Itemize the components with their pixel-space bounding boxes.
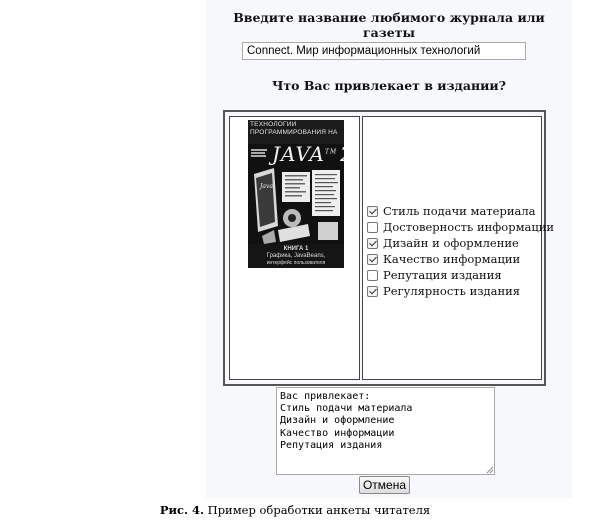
figure-caption-text: Пример обработки анкеты читателя: [204, 503, 431, 517]
checkbox[interactable]: [367, 237, 378, 249]
option-design[interactable]: Дизайн и оформление: [367, 235, 543, 251]
book-subtitle-line2: интерфейс пользователя: [266, 260, 326, 266]
option-label: Достоверность информации: [383, 220, 555, 234]
book-footer: КНИГА 1 Графика, JavaBeans, интерфейс по…: [248, 244, 344, 268]
option-reputation[interactable]: Репутация издания: [367, 267, 543, 283]
journal-name-input[interactable]: [242, 42, 526, 60]
checkbox[interactable]: [367, 205, 378, 217]
option-reliability[interactable]: Достоверность информации: [367, 219, 554, 235]
book-cover-illustration: Java: [248, 166, 344, 246]
option-label: Репутация издания: [383, 268, 502, 282]
figure-caption: Рис. 4. Пример обработки анкеты читателя: [0, 503, 590, 517]
book-java-text: JAVA: [272, 142, 325, 166]
option-quality[interactable]: Качество информации: [367, 251, 543, 267]
option-label: Регулярность издания: [383, 284, 521, 298]
options-cell: Стиль подачи материала Достоверность инф…: [362, 116, 554, 380]
checkbox[interactable]: [367, 269, 378, 281]
book-title: ТЕХНОЛОГИИ ПРОГРАММИРОВАНИЯ НА: [248, 120, 344, 144]
book-java-logo: JAVATM2: [272, 142, 344, 166]
option-regularity[interactable]: Регулярность издания: [367, 283, 543, 299]
options-table: ТЕХНОЛОГИИ ПРОГРАММИРОВАНИЯ НА JAVATM2 J…: [223, 110, 554, 386]
resize-grip-icon[interactable]: [486, 466, 494, 474]
book-version: 2: [340, 142, 344, 166]
book-title-line2: ПРОГРАММИРОВАНИЯ НА: [250, 129, 338, 136]
book-volume: КНИГА 1: [283, 246, 309, 252]
cancel-button[interactable]: Отмена: [359, 476, 410, 494]
book-authors-block: [251, 148, 267, 158]
option-style[interactable]: Стиль подачи материала: [367, 203, 543, 219]
figure-number: Рис. 4.: [159, 503, 205, 517]
option-label: Стиль подачи материала: [383, 204, 536, 218]
checkbox[interactable]: [367, 285, 378, 297]
attraction-checklist: Стиль подачи материала Достоверность инф…: [367, 203, 554, 299]
journal-prompt-heading: Введите название любимого журнала или га…: [233, 10, 545, 40]
book-subtitle-line1: Графика, JavaBeans,: [266, 253, 326, 259]
book-cover-image: ТЕХНОЛОГИИ ПРОГРАММИРОВАНИЯ НА JAVATM2 J…: [248, 120, 344, 268]
attraction-prompt-heading: Что Вас привлекает в издании?: [272, 78, 506, 93]
option-label: Качество информации: [383, 252, 521, 266]
checkbox[interactable]: [367, 221, 378, 233]
checkbox[interactable]: [367, 253, 378, 265]
book-title-line1: ТЕХНОЛОГИИ: [250, 121, 297, 128]
book-image-cell: ТЕХНОЛОГИИ ПРОГРАММИРОВАНИЯ НА JAVATM2 J…: [229, 116, 360, 380]
result-textarea[interactable]: [276, 387, 495, 475]
svg-text:Java: Java: [258, 183, 273, 190]
option-label: Дизайн и оформление: [383, 236, 519, 250]
